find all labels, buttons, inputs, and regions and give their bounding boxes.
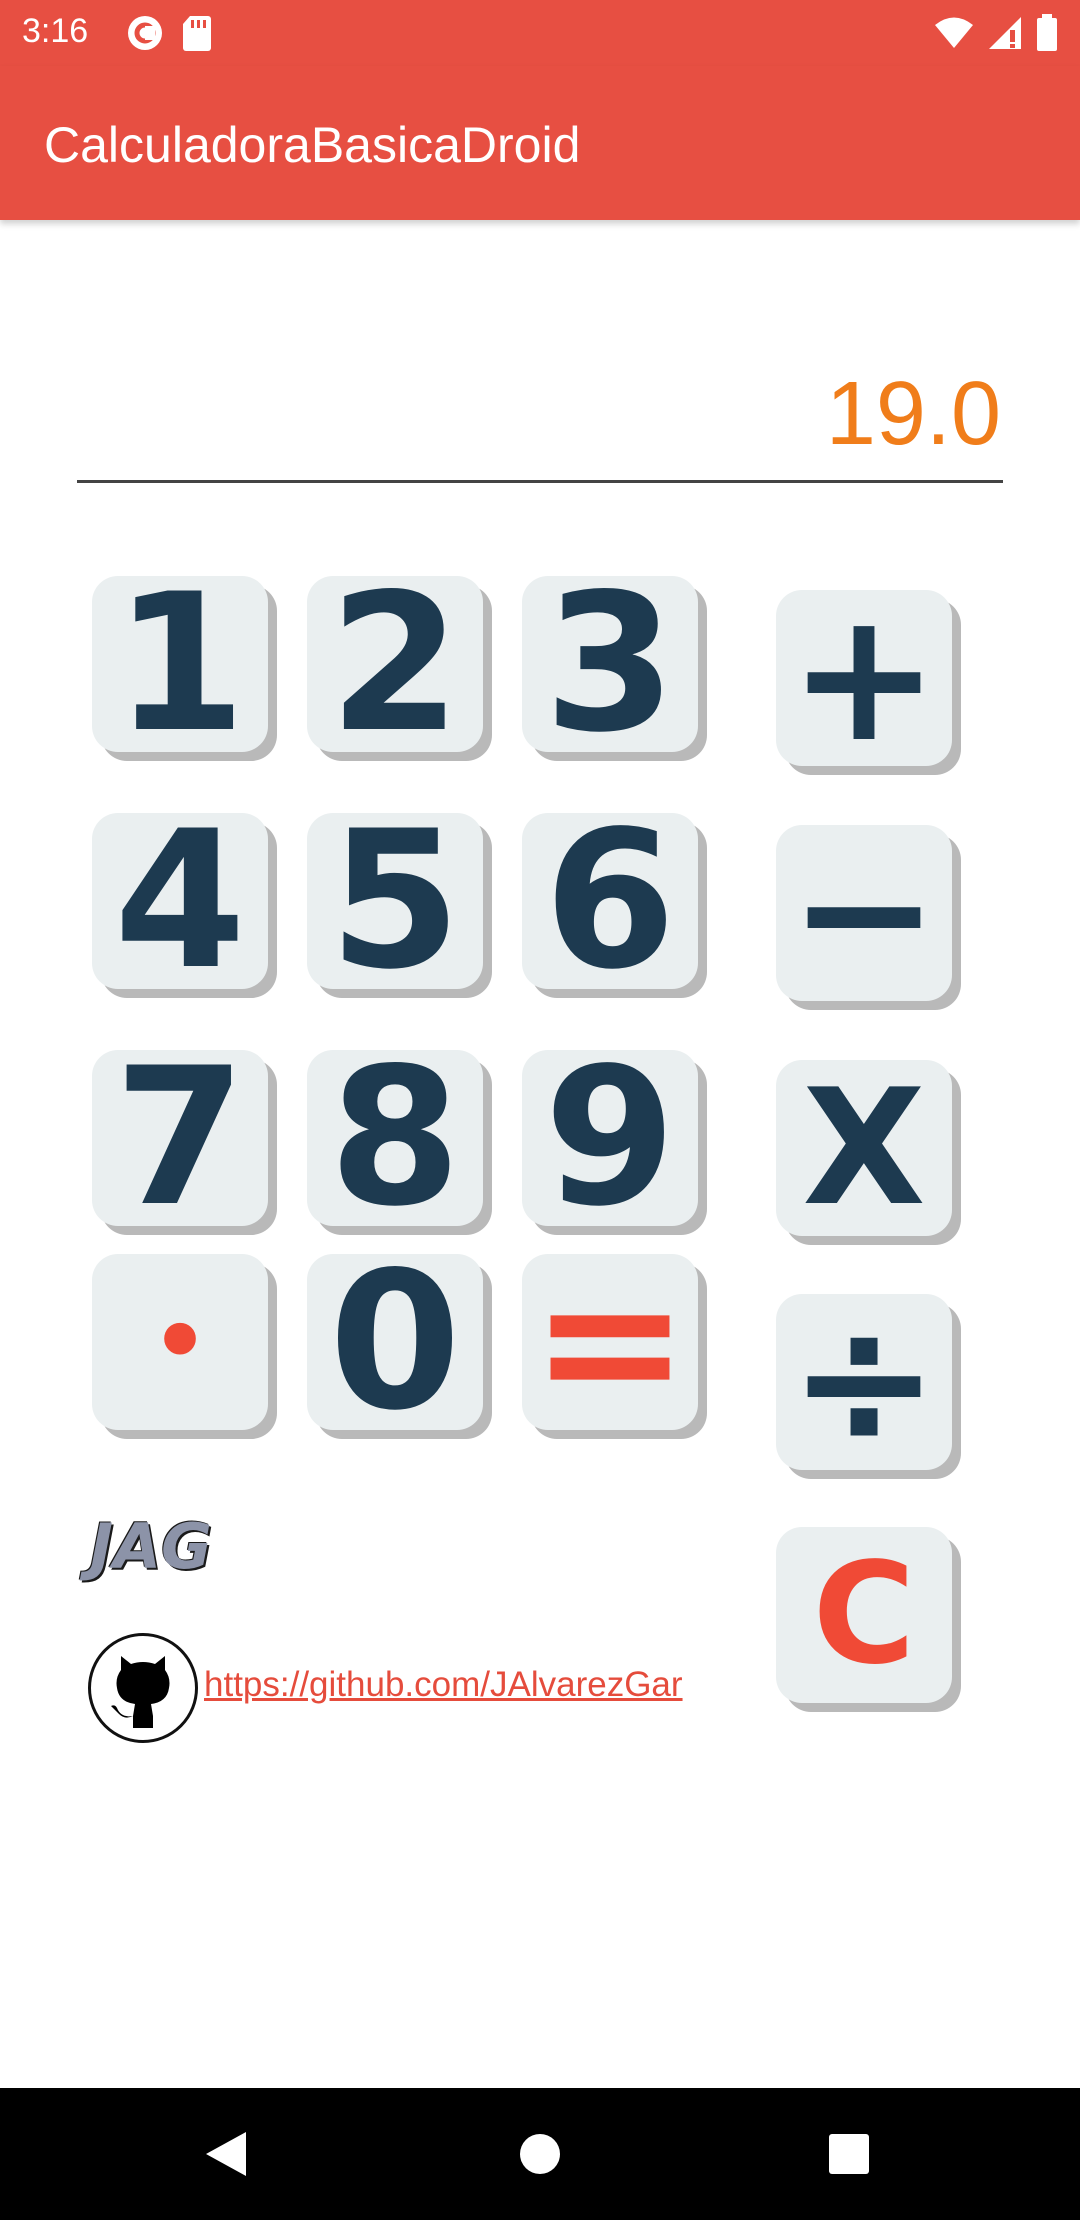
status-right-icons [934, 14, 1058, 57]
status-left-icons [126, 14, 212, 57]
equals-button[interactable]: = [522, 1247, 698, 1437]
key-3-label: 3 [543, 553, 677, 774]
back-icon[interactable] [204, 2130, 248, 2183]
key-8-label: 8 [328, 1027, 462, 1248]
multiply-button[interactable]: X [776, 1060, 952, 1236]
home-icon[interactable] [519, 2133, 561, 2180]
key-7-label: 7 [113, 1027, 247, 1248]
status-bar: 3:16 [0, 0, 1080, 66]
key-8-button[interactable]: 8 [307, 1043, 483, 1233]
key-4-button[interactable]: 4 [92, 806, 268, 996]
navigation-bar [0, 2088, 1080, 2220]
decimal-point-label: • [151, 1289, 209, 1394]
equals-label: = [530, 1231, 690, 1452]
battery-icon [1036, 14, 1058, 57]
key-0-button[interactable]: 0 [307, 1247, 483, 1437]
github-icon [88, 1633, 198, 1743]
key-7-button[interactable]: 7 [92, 1043, 268, 1233]
decimal-point-button[interactable]: • [92, 1254, 268, 1430]
pocket-casts-icon [126, 14, 164, 57]
key-6-button[interactable]: 6 [522, 806, 698, 996]
clear-button[interactable]: C [776, 1527, 952, 1703]
status-time: 3:16 [22, 12, 89, 50]
wifi-icon [934, 16, 974, 55]
key-5-button[interactable]: 5 [307, 806, 483, 996]
key-1-label: 1 [113, 553, 247, 774]
recents-icon[interactable] [829, 2134, 869, 2179]
subtract-label: − [788, 808, 940, 1017]
subtract-button[interactable]: − [776, 808, 952, 1017]
add-button[interactable]: + [776, 573, 952, 782]
signal-icon [988, 16, 1022, 55]
key-1-button[interactable]: 1 [92, 569, 268, 759]
add-label: + [788, 573, 940, 782]
key-3-button[interactable]: 3 [522, 569, 698, 759]
key-2-label: 2 [328, 553, 462, 774]
key-0-label: 0 [328, 1231, 462, 1452]
key-9-label: 9 [543, 1027, 677, 1248]
key-4-label: 4 [113, 790, 247, 1011]
key-5-label: 5 [328, 790, 462, 1011]
divide-label: ÷ [788, 1277, 940, 1486]
app-title: CalculadoraBasicaDroid [44, 117, 581, 173]
result-value: 19.0 [825, 364, 1001, 464]
key-6-label: 6 [543, 790, 677, 1011]
result-display: 19.0 [77, 360, 1003, 483]
app-bar: CalculadoraBasicaDroid [0, 66, 1080, 220]
sd-card-icon [182, 14, 212, 57]
github-link[interactable]: https://github.com/JAlvarezGar [204, 1665, 683, 1705]
key-2-button[interactable]: 2 [307, 569, 483, 759]
key-9-button[interactable]: 9 [522, 1043, 698, 1233]
clear-label: C [812, 1533, 916, 1696]
jag-logo: JAG [90, 1510, 212, 1583]
multiply-label: X [802, 1054, 926, 1241]
divide-button[interactable]: ÷ [776, 1277, 952, 1486]
